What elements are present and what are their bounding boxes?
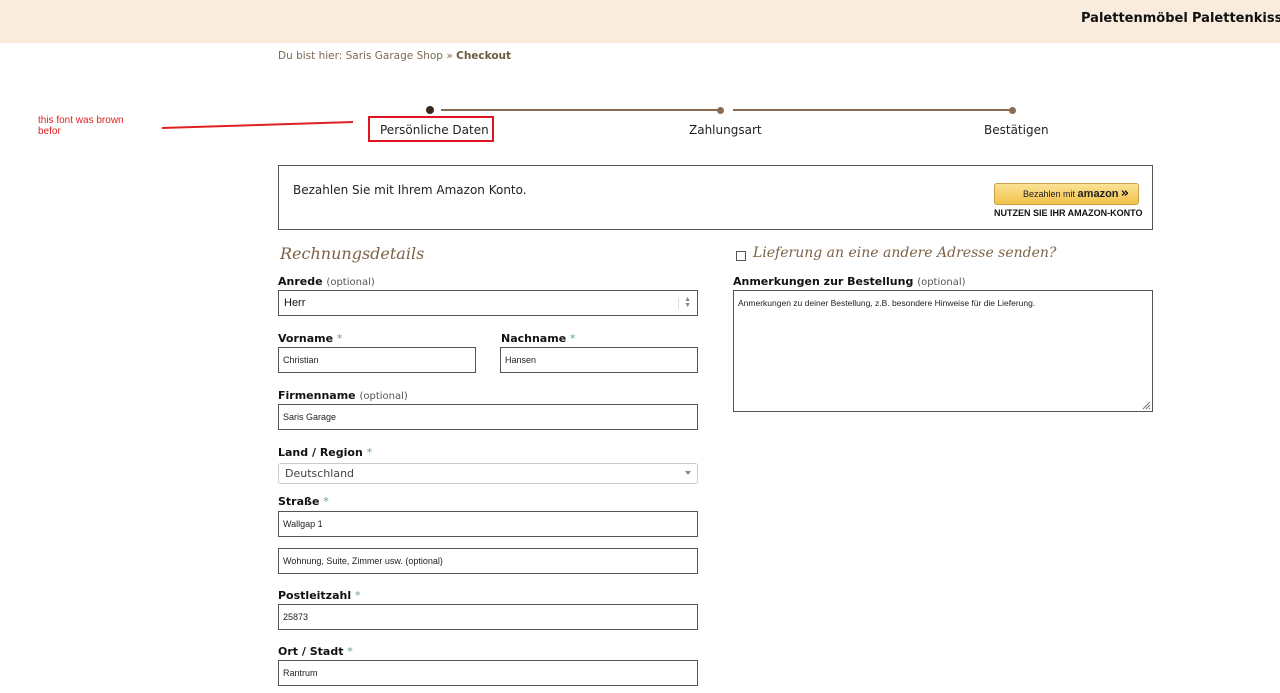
city-label: Ort / Stadt * [278, 645, 353, 658]
amazon-pay-button[interactable]: Bezahlen mit amazon » [994, 183, 1139, 205]
company-label: Firmenname (optional) [278, 389, 408, 402]
amazon-logo: amazon [1077, 188, 1119, 200]
country-value: Deutschland [285, 467, 355, 480]
amazon-pay-subtitle: NUTZEN SIE IHR AMAZON-KONTO [994, 208, 1143, 218]
step-payment-method[interactable]: Zahlungsart [689, 123, 762, 137]
first-name-label: Vorname * [278, 332, 343, 345]
breadcrumb-separator: » [446, 50, 453, 62]
ship-different-address-label[interactable]: Lieferung an eine andere Adresse senden? [753, 245, 1056, 261]
ship-different-address-checkbox[interactable] [736, 251, 746, 261]
step-connector-2 [733, 109, 1012, 111]
amazon-pay-text: Bezahlen Sie mit Ihrem Amazon Konto. [293, 183, 527, 197]
last-name-label: Nachname * [501, 332, 576, 345]
caret-down-icon [685, 471, 691, 475]
breadcrumb-current: Checkout [456, 50, 512, 62]
order-notes-textarea[interactable]: Anmerkungen zu deiner Bestellung, z.B. b… [733, 290, 1153, 412]
last-name-input[interactable]: Hansen [500, 347, 698, 373]
salutation-label: Anrede (optional) [278, 275, 375, 288]
street-line2-input[interactable]: Wohnung, Suite, Zimmer usw. (optional) [278, 548, 698, 574]
nav-item-palettenmoebel[interactable]: Palettenmöbel [1081, 11, 1188, 26]
step-confirm[interactable]: Bestätigen [984, 123, 1049, 137]
first-name-input[interactable]: Christian [278, 347, 476, 373]
resize-handle-icon[interactable] [1142, 401, 1151, 410]
double-chevron-right-icon: » [1120, 186, 1129, 201]
updown-arrows-icon: ▲ ▼ [678, 296, 691, 309]
postcode-label: Postleitzahl * [278, 589, 361, 602]
country-select[interactable]: Deutschland [278, 463, 698, 484]
billing-section-title: Rechnungsdetails [280, 244, 425, 263]
street-input[interactable]: Wallgap 1 [278, 511, 698, 537]
postcode-input[interactable]: 25873 [278, 604, 698, 630]
amazon-pay-box: Bezahlen Sie mit Ihrem Amazon Konto. Bez… [278, 165, 1153, 230]
company-input[interactable]: Saris Garage [278, 404, 698, 430]
city-input[interactable]: Rantrum [278, 660, 698, 686]
step-dot-personal-data [426, 106, 434, 114]
nav-item-palettenkissen[interactable]: Palettenkissen [1192, 11, 1280, 26]
street-label: Straße * [278, 495, 329, 508]
order-notes-label: Anmerkungen zur Bestellung (optional) [733, 275, 966, 288]
country-label: Land / Region * [278, 446, 373, 459]
step-dot-confirm [1009, 107, 1016, 114]
annotation-highlight-box [368, 116, 494, 142]
salutation-value: Herr [284, 297, 306, 309]
order-notes-placeholder: Anmerkungen zu deiner Bestellung, z.B. b… [738, 298, 1036, 308]
step-dot-payment [717, 107, 724, 114]
amazon-pay-button-label: Bezahlen mit [1023, 189, 1076, 199]
salutation-select[interactable]: Herr ▲ ▼ [278, 290, 698, 316]
step-connector-1 [441, 109, 720, 111]
